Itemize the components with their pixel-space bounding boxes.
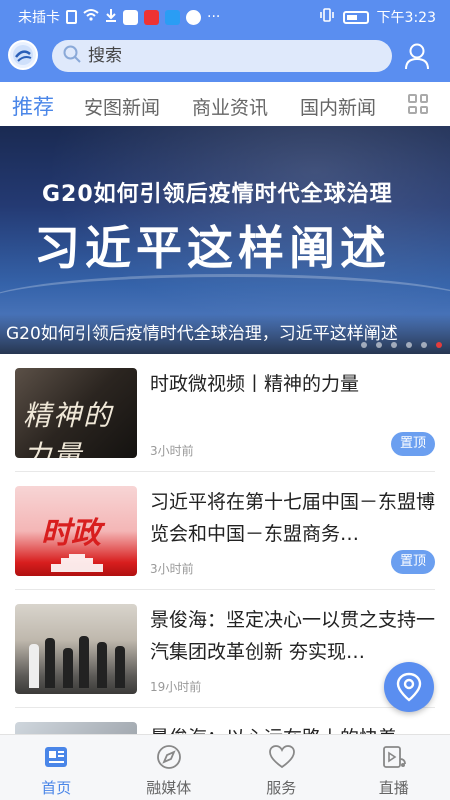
heart-service-icon xyxy=(268,744,295,770)
app-notification-icon xyxy=(165,9,180,25)
building-icon xyxy=(51,554,103,572)
more-channels-icon[interactable] xyxy=(408,94,428,114)
home-news-icon xyxy=(43,744,69,770)
app-notification-icon xyxy=(186,9,201,25)
news-title: 时政微视频丨精神的力量 xyxy=(150,373,360,395)
carrier-label: 未插卡 xyxy=(18,10,60,26)
search-icon xyxy=(62,44,82,68)
news-thumbnail xyxy=(15,604,137,694)
app-header: 未插卡 ··· 下午3:23 xyxy=(0,0,450,82)
tab-recommend[interactable]: 推荐 xyxy=(12,91,54,121)
carousel-indicator xyxy=(361,342,442,348)
vibrate-icon xyxy=(319,8,335,26)
carousel-dot[interactable] xyxy=(406,342,412,348)
app-notification-icon xyxy=(144,9,159,25)
clock: 下午3:23 xyxy=(376,10,436,26)
carousel-dot[interactable] xyxy=(376,342,382,348)
live-video-icon xyxy=(381,744,407,770)
news-time: 3小时前 xyxy=(150,562,194,576)
news-item[interactable]: 时政 习近平将在第十七届中国－东盟博览会和中国－东盟商务… 3小时前 置顶 xyxy=(0,472,450,590)
nav-service[interactable]: 服务 xyxy=(225,735,338,800)
nav-media[interactable]: 融媒体 xyxy=(113,735,226,800)
status-bar: 未插卡 ··· 下午3:23 xyxy=(0,0,450,32)
nav-label: 首页 xyxy=(41,779,72,797)
more-notifications-icon: ··· xyxy=(207,9,221,25)
carousel-dot[interactable] xyxy=(421,342,427,348)
download-icon xyxy=(105,8,117,26)
news-title: 景俊海：坚定决心一以贯之支持一汽集团改革创新 夯实现… xyxy=(150,609,435,663)
carousel-dot[interactable] xyxy=(391,342,397,348)
category-tabs: 推荐 安图新闻 商业资讯 国内新闻 xyxy=(0,82,450,126)
news-item[interactable]: 精神的力量 时政微视频丨精神的力量 3小时前 置顶 xyxy=(0,354,450,472)
banner-headline-line1: G20如何引领后疫情时代全球治理 xyxy=(42,182,393,207)
carousel-dot[interactable] xyxy=(361,342,367,348)
news-thumbnail: 精神的力量 xyxy=(15,368,137,458)
nav-home[interactable]: 首页 xyxy=(0,735,113,800)
news-item[interactable]: 景俊海：坚定决心一以贯之支持一汽集团改革创新 夯实现… 19小时前 xyxy=(0,590,450,708)
location-pin-icon xyxy=(396,672,422,702)
tab-antu-news[interactable]: 安图新闻 xyxy=(84,93,160,120)
sim-icon xyxy=(66,10,77,24)
bottom-navigation: 首页 融媒体 服务 直播 xyxy=(0,734,450,800)
wifi-icon xyxy=(83,8,99,26)
headline-carousel[interactable]: G20如何引领后疫情时代全球治理 习近平这样阐述 G20如何引领后疫情时代全球治… xyxy=(0,126,450,354)
tab-domestic-news[interactable]: 国内新闻 xyxy=(300,93,376,120)
location-fab[interactable] xyxy=(384,662,434,712)
nav-label: 直播 xyxy=(378,779,409,797)
nav-label: 融媒体 xyxy=(146,779,192,797)
thumbnail-text: 时政 xyxy=(41,516,101,551)
news-title: 习近平将在第十七届中国－东盟博览会和中国－东盟商务… xyxy=(150,491,435,545)
news-time: 3小时前 xyxy=(150,444,194,458)
tab-business-news[interactable]: 商业资讯 xyxy=(192,93,268,120)
user-icon[interactable] xyxy=(404,42,430,70)
app-logo-icon[interactable] xyxy=(8,40,38,70)
pinned-badge: 置顶 xyxy=(391,432,435,456)
banner-headline-line2: 习近平这样阐述 xyxy=(34,221,391,275)
battery-icon xyxy=(342,10,369,24)
news-thumbnail: 时政 xyxy=(15,486,137,576)
media-compass-icon xyxy=(156,744,182,770)
app-notification-icon xyxy=(123,9,138,25)
nav-label: 服务 xyxy=(266,779,297,797)
nav-live[interactable]: 直播 xyxy=(338,735,450,800)
search-input[interactable] xyxy=(88,46,358,66)
pinned-badge: 置顶 xyxy=(391,550,435,574)
search-bar[interactable] xyxy=(52,40,392,72)
banner-caption: G20如何引领后疫情时代全球治理，习近平这样阐述 xyxy=(6,324,398,344)
news-time: 19小时前 xyxy=(150,680,202,694)
carousel-dot-active[interactable] xyxy=(436,342,442,348)
thumbnail-text: 精神的力量 xyxy=(23,399,114,458)
